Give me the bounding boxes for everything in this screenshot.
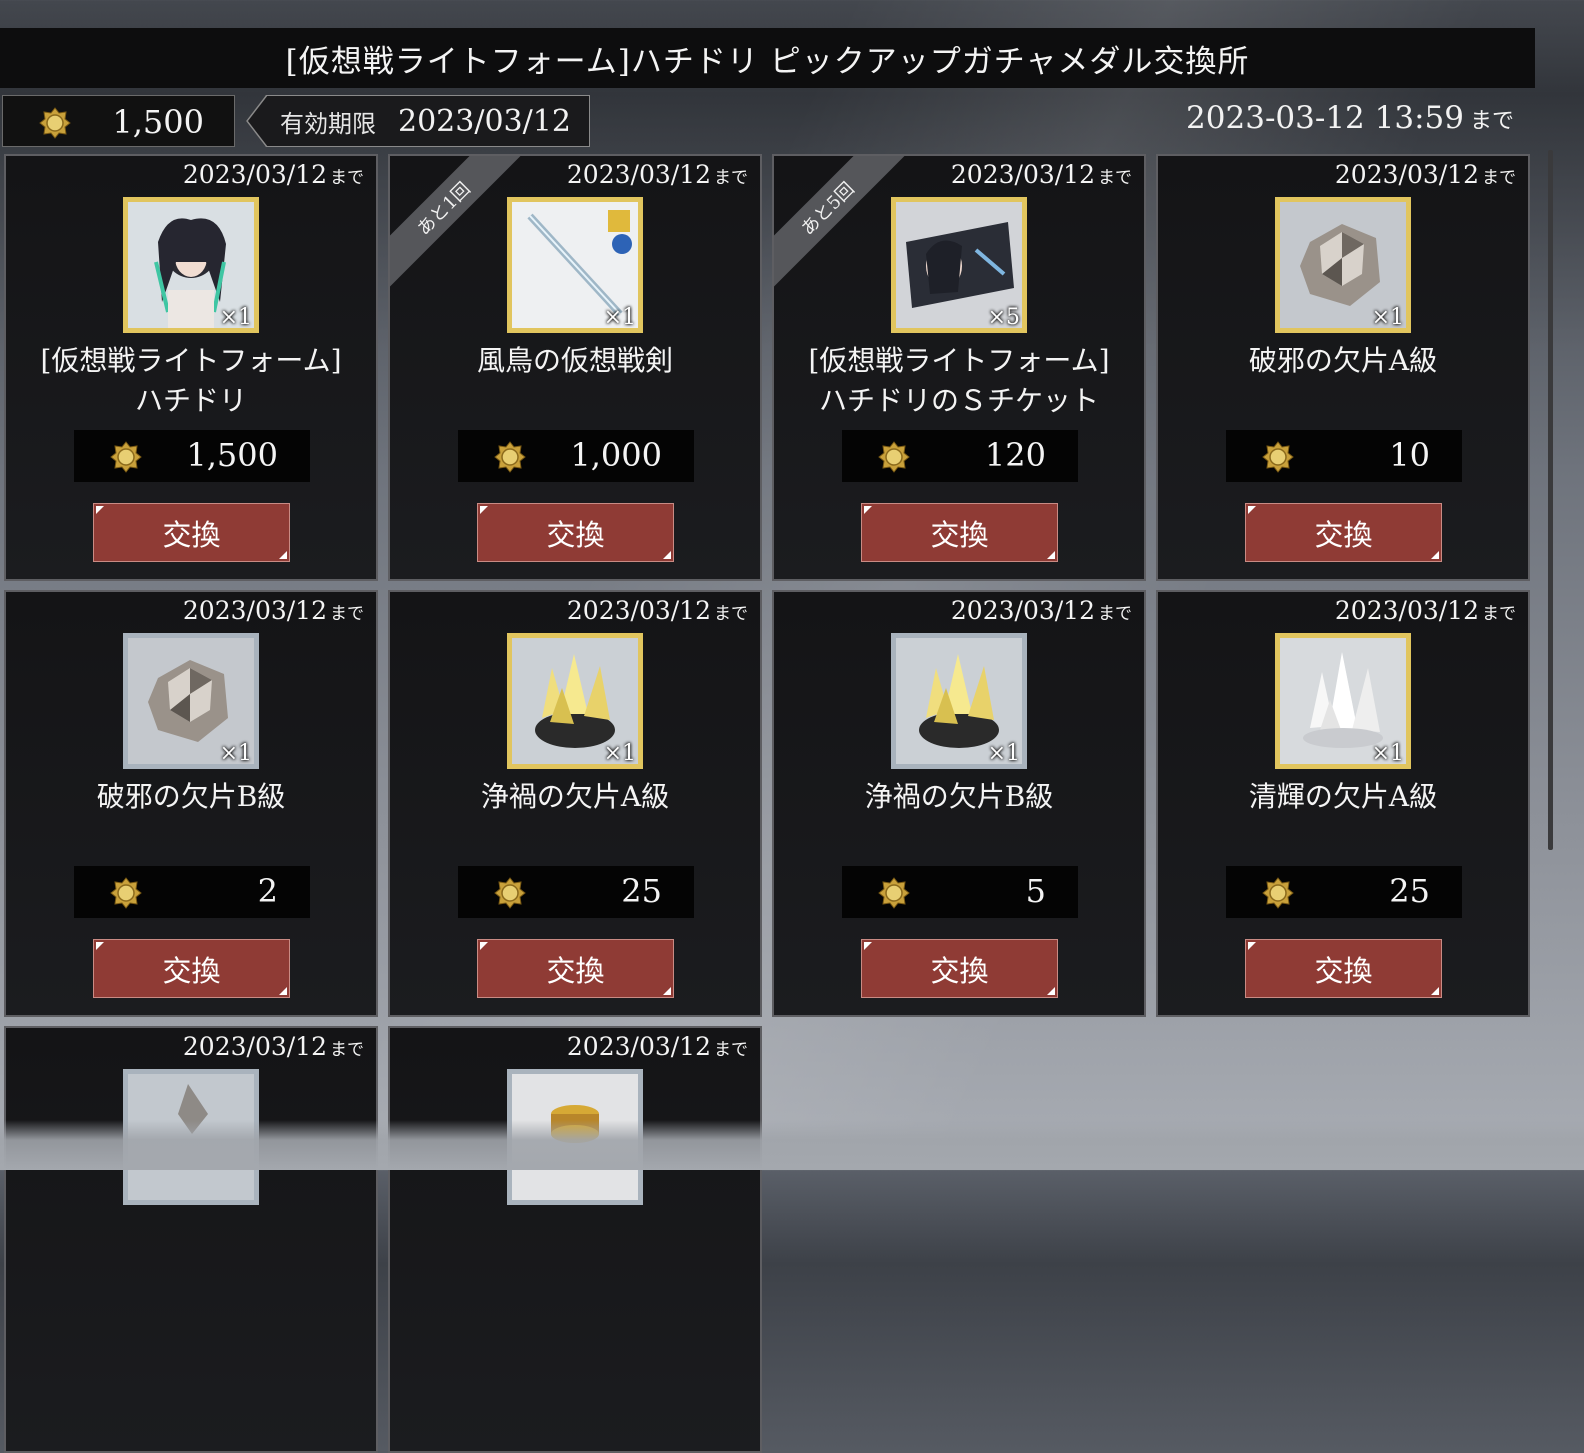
cost-value: 1,000 xyxy=(570,436,662,474)
item-quantity: ×1 xyxy=(1371,305,1404,330)
exchange-button[interactable]: 交換 xyxy=(1245,503,1442,562)
item-cost: 5 xyxy=(842,866,1078,918)
item-name: [仮想戦ライトフォーム] ハチドリ xyxy=(40,344,342,417)
item-cost: 10 xyxy=(1226,430,1462,482)
expiry-date: 2023/03/12 xyxy=(398,103,571,139)
item-thumbnail[interactable]: ×1 xyxy=(123,197,259,333)
medal-icon xyxy=(878,441,910,473)
medal-icon xyxy=(110,877,142,909)
exchange-card[interactable]: 2023/03/12 まで ×1 浄禍の欠片A級 25 交換 xyxy=(388,590,762,1017)
item-cost: 1,000 xyxy=(458,430,694,482)
exchange-button[interactable]: 交換 xyxy=(861,939,1058,998)
exchange-button[interactable]: 交換 xyxy=(93,503,290,562)
item-thumbnail[interactable]: ×1 xyxy=(507,633,643,769)
page-title: [仮想戦ライトフォーム]ハチドリ ピックアップガチャメダル交換所 xyxy=(0,28,1535,88)
cost-value: 10 xyxy=(1389,436,1430,474)
medal-icon xyxy=(39,107,71,139)
card-expiry-date: 2023/03/12 まで xyxy=(182,596,364,625)
exchange-card[interactable]: 2023/03/12 まで ×1 清輝の欠片A級 25 交換 xyxy=(1156,590,1530,1017)
exchange-button[interactable]: 交換 xyxy=(1245,939,1442,998)
item-name: 浄禍の欠片B級 xyxy=(864,780,1054,813)
item-thumbnail[interactable]: ×5 xyxy=(891,197,1027,333)
expiry-banner: 有効期限 2023/03/12 xyxy=(246,95,590,147)
item-cost: 1,500 xyxy=(74,430,310,482)
exchange-button[interactable]: 交換 xyxy=(861,503,1058,562)
item-cost: 120 xyxy=(842,430,1078,482)
exchange-card[interactable]: 2023/03/12 まで ×1 破邪の欠片A級 10 交換 xyxy=(1156,154,1530,581)
item-quantity: ×1 xyxy=(987,741,1020,766)
item-thumbnail[interactable]: ×1 xyxy=(507,197,643,333)
item-name: 浄禍の欠片A級 xyxy=(480,780,670,813)
medal-icon xyxy=(110,441,142,473)
item-name: 風鳥の仮想戦剣 xyxy=(476,344,673,377)
page-title-text: [仮想戦ライトフォーム]ハチドリ ピックアップガチャメダル交換所 xyxy=(285,43,1250,80)
item-cost: 25 xyxy=(458,866,694,918)
medal-icon xyxy=(1262,441,1294,473)
exchange-card[interactable]: 2023/03/12 まで あと5回 ×5 [仮想戦ライトフォーム] ハチドリのＳチケッ… xyxy=(772,154,1146,581)
cost-value: 25 xyxy=(1389,872,1430,910)
exchange-card[interactable]: 2023/03/12 まで xyxy=(4,1026,378,1453)
item-thumbnail[interactable]: ×1 xyxy=(123,633,259,769)
item-quantity: ×5 xyxy=(987,305,1020,330)
currency-display: 1,500 xyxy=(2,95,235,147)
item-name: [仮想戦ライトフォーム] ハチドリのＳチケット xyxy=(808,344,1110,417)
cost-value: 5 xyxy=(1025,872,1046,910)
item-quantity: ×1 xyxy=(603,305,636,330)
card-expiry-date: 2023/03/12 まで xyxy=(182,160,364,189)
item-quantity: ×1 xyxy=(603,741,636,766)
card-expiry-date: 2023/03/12 まで xyxy=(566,1032,748,1061)
item-quantity: ×1 xyxy=(1371,741,1404,766)
item-quantity: ×1 xyxy=(219,305,252,330)
card-expiry-date: 2023/03/12 まで xyxy=(950,596,1132,625)
item-quantity: ×1 xyxy=(219,741,252,766)
card-expiry-date: 2023/03/12 まで xyxy=(566,160,748,189)
medal-icon xyxy=(1262,877,1294,909)
card-expiry-date: 2023/03/12 まで xyxy=(950,160,1132,189)
medal-icon xyxy=(878,877,910,909)
item-cost: 2 xyxy=(74,866,310,918)
deadline-time: 2023-03-12 13:59 xyxy=(1186,100,1464,136)
item-thumbnail[interactable]: ×1 xyxy=(891,633,1027,769)
item-thumbnail[interactable]: ×1 xyxy=(1275,633,1411,769)
exchange-card[interactable]: 2023/03/12 まで ×1 浄禍の欠片B級 5 交換 xyxy=(772,590,1146,1017)
card-expiry-date: 2023/03/12 まで xyxy=(1334,160,1516,189)
shop-deadline: 2023-03-12 13:59 まで xyxy=(1186,100,1514,136)
exchange-button[interactable]: 交換 xyxy=(477,939,674,998)
exchange-button[interactable]: 交換 xyxy=(477,503,674,562)
cost-value: 1,500 xyxy=(186,436,278,474)
scrollbar[interactable] xyxy=(1548,150,1553,850)
card-expiry-date: 2023/03/12 まで xyxy=(566,596,748,625)
item-thumbnail[interactable]: ×1 xyxy=(1275,197,1411,333)
cost-value: 2 xyxy=(257,872,278,910)
card-expiry-date: 2023/03/12 まで xyxy=(1334,596,1516,625)
bottom-fade xyxy=(0,1120,1584,1170)
expiry-label: 有効期限 xyxy=(280,109,376,138)
item-name: 破邪の欠片A級 xyxy=(1248,344,1438,377)
remaining-count-ribbon: あと5回 xyxy=(774,156,907,288)
exchange-card[interactable]: 2023/03/12 まで ×1 [仮想戦ライトフォーム] ハチドリ 1,500 交換 xyxy=(4,154,378,581)
currency-amount: 1,500 xyxy=(112,103,204,141)
exchange-button[interactable]: 交換 xyxy=(93,939,290,998)
exchange-card[interactable]: 2023/03/12 まで あと1回 ×1 風鳥の仮想戦剣 1,000 交換 xyxy=(388,154,762,581)
medal-icon xyxy=(494,441,526,473)
exchange-card[interactable]: 2023/03/12 まで ×1 破邪の欠片B級 2 交換 xyxy=(4,590,378,1017)
deadline-suffix: まで xyxy=(1469,109,1514,134)
cost-value: 120 xyxy=(984,436,1046,474)
remaining-count-ribbon: あと1回 xyxy=(390,156,523,288)
cost-value: 25 xyxy=(621,872,662,910)
medal-icon xyxy=(494,877,526,909)
exchange-card[interactable]: 2023/03/12 まで xyxy=(388,1026,762,1453)
item-name: 破邪の欠片B級 xyxy=(96,780,286,813)
item-cost: 25 xyxy=(1226,866,1462,918)
card-expiry-date: 2023/03/12 まで xyxy=(182,1032,364,1061)
item-name: 清輝の欠片A級 xyxy=(1248,780,1438,813)
expiry-arrow-border xyxy=(246,95,268,147)
